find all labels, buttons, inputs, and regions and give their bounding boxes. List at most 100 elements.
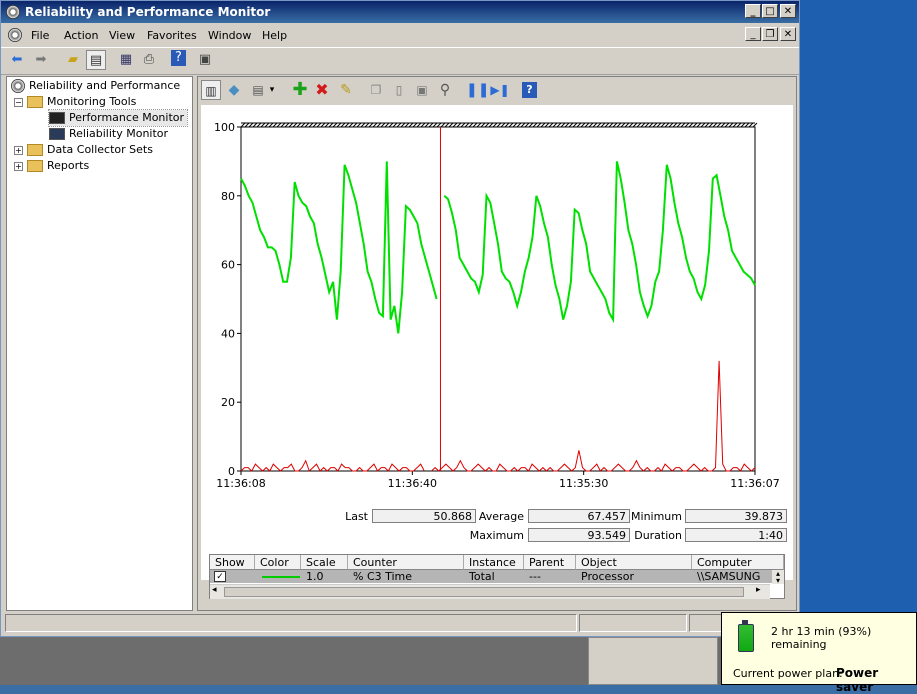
highlight-icon[interactable]: ✎ (336, 80, 356, 100)
hatch-stroke (732, 122, 738, 128)
main-window: Reliability and Performance Monitor _ □ … (0, 0, 800, 637)
update-data-icon[interactable]: ▶❚ (490, 80, 510, 100)
delete-counter-icon[interactable]: ✖ (312, 80, 332, 100)
console-tree: Reliability and Performance − Monitoring … (6, 76, 193, 611)
chevron-down-icon[interactable]: ▾ (266, 80, 278, 100)
expand-icon[interactable]: + (14, 145, 23, 155)
maximize-button[interactable]: □ (762, 4, 778, 18)
hatch-stroke (244, 122, 250, 128)
hatch-stroke (408, 122, 414, 128)
window-title: Reliability and Performance Monitor (25, 5, 271, 19)
expand-icon[interactable]: + (14, 161, 23, 171)
inner-minimize-button[interactable]: _ (745, 27, 761, 41)
properties-icon[interactable]: ▣ (412, 80, 432, 100)
hatch-stroke (432, 122, 438, 128)
copy-properties-icon[interactable]: ❐ (366, 80, 386, 100)
hatch-stroke (412, 122, 418, 128)
column-header-counter[interactable]: Counter (348, 555, 464, 570)
back-arrow-icon[interactable]: ⬅ (7, 50, 27, 70)
horizontal-scrollbar[interactable]: ◂ ▸ (210, 584, 770, 599)
scroll-left-icon[interactable]: ◂ (212, 585, 217, 595)
tree-item-data-collector-sets[interactable]: + Data Collector Sets (14, 142, 153, 158)
vertical-scrollbar[interactable]: ▴ ▾ (772, 570, 784, 585)
counter-computer: \\SAMSUNG (697, 570, 761, 583)
scroll-right-icon[interactable]: ▸ (756, 585, 761, 595)
tree-item-reports[interactable]: + Reports (14, 158, 89, 174)
scroll-thumb[interactable] (224, 587, 744, 597)
hatch-stroke (488, 122, 494, 128)
paste-counter-list-icon[interactable]: ▯ (389, 80, 409, 100)
menu-favorites[interactable]: Favorites (147, 29, 197, 42)
hatch-stroke (628, 122, 634, 128)
inner-restore-button[interactable]: ❐ (762, 27, 778, 41)
menu-view[interactable]: View (109, 29, 135, 42)
close-button[interactable]: ✕ (780, 4, 796, 18)
hatch-stroke (340, 122, 346, 128)
minimize-button[interactable]: _ (745, 4, 761, 18)
hatch-stroke (608, 122, 614, 128)
hatch-stroke (336, 122, 342, 128)
hatch-stroke (616, 122, 622, 128)
battery-notification[interactable]: 2 hr 13 min (93%) remaining Current powe… (721, 612, 917, 694)
hatch-stroke (480, 122, 486, 128)
hatch-stroke (320, 122, 326, 128)
view-graph-icon[interactable]: ▥ (201, 80, 221, 100)
up-folder-icon[interactable]: ▰ (63, 50, 83, 70)
zoom-icon[interactable]: ⚲ (435, 80, 455, 100)
system-menu-icon[interactable] (8, 28, 22, 42)
hatch-stroke (344, 122, 350, 128)
tree-item-root[interactable]: Reliability and Performance (11, 78, 180, 94)
view-current-activity-icon[interactable]: ◆ (224, 80, 244, 100)
hatch-stroke (496, 122, 502, 128)
column-header-instance[interactable]: Instance (464, 555, 524, 570)
print-icon[interactable]: ⎙ (139, 50, 159, 70)
last-value: 50.868 (372, 509, 476, 523)
title-bar[interactable]: Reliability and Performance Monitor _ □ … (1, 1, 799, 23)
hatch-stroke (476, 122, 482, 128)
column-header-scale[interactable]: Scale (301, 555, 348, 570)
column-header-show[interactable]: Show (210, 555, 255, 570)
change-graph-type-icon[interactable]: ▤ (248, 80, 268, 100)
menu-help[interactable]: Help (262, 29, 287, 42)
column-header-computer[interactable]: Computer (692, 555, 784, 570)
show-checkbox[interactable]: ✓ (214, 571, 226, 582)
forward-arrow-icon[interactable]: ➡ (31, 50, 51, 70)
help-icon[interactable]: ? (522, 82, 537, 98)
menu-bar: File Action View Favorites Window Help _… (1, 24, 799, 46)
hatch-stroke (484, 122, 490, 128)
menu-action[interactable]: Action (64, 29, 98, 42)
collapse-icon[interactable]: − (14, 97, 23, 107)
hatch-stroke (596, 122, 602, 128)
show-hide-tree-icon[interactable]: ▤ (86, 50, 106, 70)
hatch-stroke (604, 122, 610, 128)
help-icon[interactable]: ? (171, 50, 186, 66)
tree-item-performance-monitor[interactable]: Performance Monitor (47, 109, 189, 127)
column-header-object[interactable]: Object (576, 555, 692, 570)
performance-app-icon[interactable] (6, 5, 20, 19)
export-list-icon[interactable]: ▦ (116, 50, 136, 70)
hatch-stroke (268, 122, 274, 128)
inner-close-button[interactable]: ✕ (780, 27, 796, 41)
last-label: Last (345, 510, 368, 523)
hatch-stroke (724, 122, 730, 128)
hatch-stroke (260, 122, 266, 128)
properties-icon[interactable]: ▣ (195, 50, 215, 70)
tree-item-monitoring-tools[interactable]: − Monitoring Tools (14, 94, 136, 110)
hatch-stroke (504, 122, 510, 128)
column-header-color[interactable]: Color (255, 555, 301, 570)
freeze-display-icon[interactable]: ❚❚ (466, 80, 489, 100)
hatch-stroke (388, 122, 394, 128)
hatch-stroke (356, 122, 362, 128)
taskbar-window-button[interactable] (588, 637, 718, 685)
add-counter-icon[interactable]: ✚ (290, 80, 310, 100)
hatch-stroke (252, 122, 258, 128)
menu-file[interactable]: File (31, 29, 49, 42)
hatch-stroke (664, 122, 670, 128)
duration-value: 1:40 (685, 528, 787, 542)
column-header-parent[interactable]: Parent (524, 555, 576, 570)
hatch-stroke (660, 122, 666, 128)
menu-window[interactable]: Window (208, 29, 251, 42)
tree-item-reliability-monitor[interactable]: Reliability Monitor (49, 126, 168, 142)
hatch-stroke (752, 122, 758, 128)
hatch-stroke (632, 122, 638, 128)
